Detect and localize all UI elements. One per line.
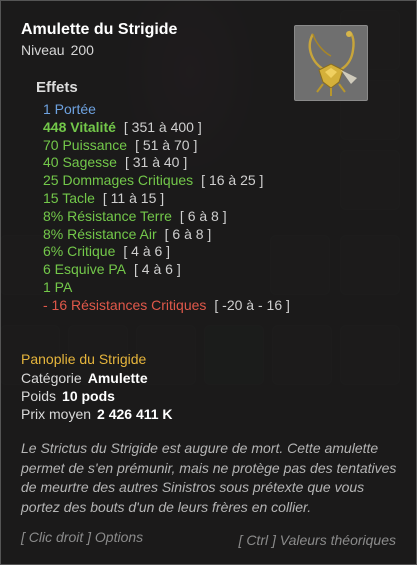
effect-value: 70 Puissance (43, 136, 128, 153)
effect-range: [ 4 à 6 ] (134, 261, 181, 278)
effect-range: [ 16 à 25 ] (201, 172, 264, 189)
effect-line: 25 Dommages Critiques [ 16 à 25 ] (43, 172, 373, 190)
category-value: Amulette (87, 370, 148, 386)
effect-line: 6% Critique [ 4 à 6 ] (43, 243, 373, 261)
item-description: Le Strictus du Strigide est augure de mo… (21, 440, 397, 515)
effect-line: 40 Sagesse [ 31 à 40 ] (43, 154, 373, 172)
effect-range: [ 4 à 6 ] (123, 243, 171, 260)
price-value: 2 426 411 K (97, 406, 173, 422)
effect-value: 25 Dommages Critiques (43, 172, 194, 189)
weight-value: 10 pods (62, 388, 115, 404)
effect-range: [ 11 à 15 ] (102, 189, 165, 206)
item-level: Niveau 200 (21, 42, 94, 58)
effect-range: [ 31 à 40 ] (124, 154, 188, 171)
item-tooltip: Amulette du Strigide Niveau 200 Effets 1 … (0, 0, 417, 565)
effect-line: 6 Esquive PA [ 4 à 6 ] (43, 261, 373, 279)
ctrl-theoretical-values-hint: [ Ctrl ] Valeurs théoriques (238, 532, 396, 548)
weight-row: Poids 10 pods (21, 388, 115, 404)
category-row: Catégorie Amulette (21, 370, 148, 386)
item-image-frame (294, 25, 368, 101)
effect-line: 448 Vitalité [ 351 à 400 ] (43, 119, 373, 137)
effects-list: 1 Portée 448 Vitalité[ 351 à 400 ] 70 Puis… (43, 101, 373, 315)
effect-value: 6% Critique (43, 243, 116, 260)
effect-line: 15 Tacle [ 11 à 15 ] (43, 190, 373, 208)
effect-value: 40 Sagesse (43, 154, 117, 171)
effects-heading: Effets (36, 79, 78, 96)
effect-range: [ -20 à - 16 ] (214, 296, 290, 313)
effect-line: - 16 Résistances Critiques [ -20 à - 16 ] (43, 297, 373, 315)
price-row: Prix moyen 2 426 411 K (21, 406, 173, 422)
effect-value: - 16 Résistances Critiques (43, 296, 207, 313)
set-name-link[interactable]: Panoplie du Strigide (21, 351, 146, 367)
effect-range: [ 6 à 8 ] (179, 207, 227, 224)
effect-value: 15 Tacle (43, 189, 95, 206)
effect-value: 8% Résistance Air (43, 225, 157, 242)
item-name: Amulette du Strigide (21, 21, 178, 38)
effect-value: 1 Portée (43, 101, 96, 117)
effect-range: [ 6 à 8 ] (164, 225, 212, 242)
effect-value: 448 Vitalité (43, 118, 116, 135)
effect-range: [ 51 à 70 ] (135, 136, 198, 153)
right-click-options-hint: [ Clic droit ] Options (21, 529, 144, 545)
effect-line: 1 Portée (43, 101, 373, 119)
level-value: 200 (70, 42, 94, 58)
effect-line: 70 Puissance [ 51 à 70 ] (43, 137, 373, 155)
effect-range: [ 351 à 400 ] (123, 118, 202, 135)
weight-label: Poids (21, 388, 57, 404)
effect-line: 1 PA (43, 279, 373, 297)
level-label: Niveau (21, 42, 65, 58)
effect-value: 1 PA (43, 278, 73, 295)
effect-value: 8% Résistance Terre (43, 207, 172, 224)
effect-line: 8% Résistance Terre [ 6 à 8 ] (43, 208, 373, 226)
effect-value: 6 Esquive PA (43, 261, 127, 278)
category-label: Catégorie (21, 370, 82, 386)
effect-line: 8% Résistance Air [ 6 à 8 ] (43, 226, 373, 244)
amulet-icon (308, 30, 357, 96)
price-label: Prix moyen (21, 406, 92, 422)
